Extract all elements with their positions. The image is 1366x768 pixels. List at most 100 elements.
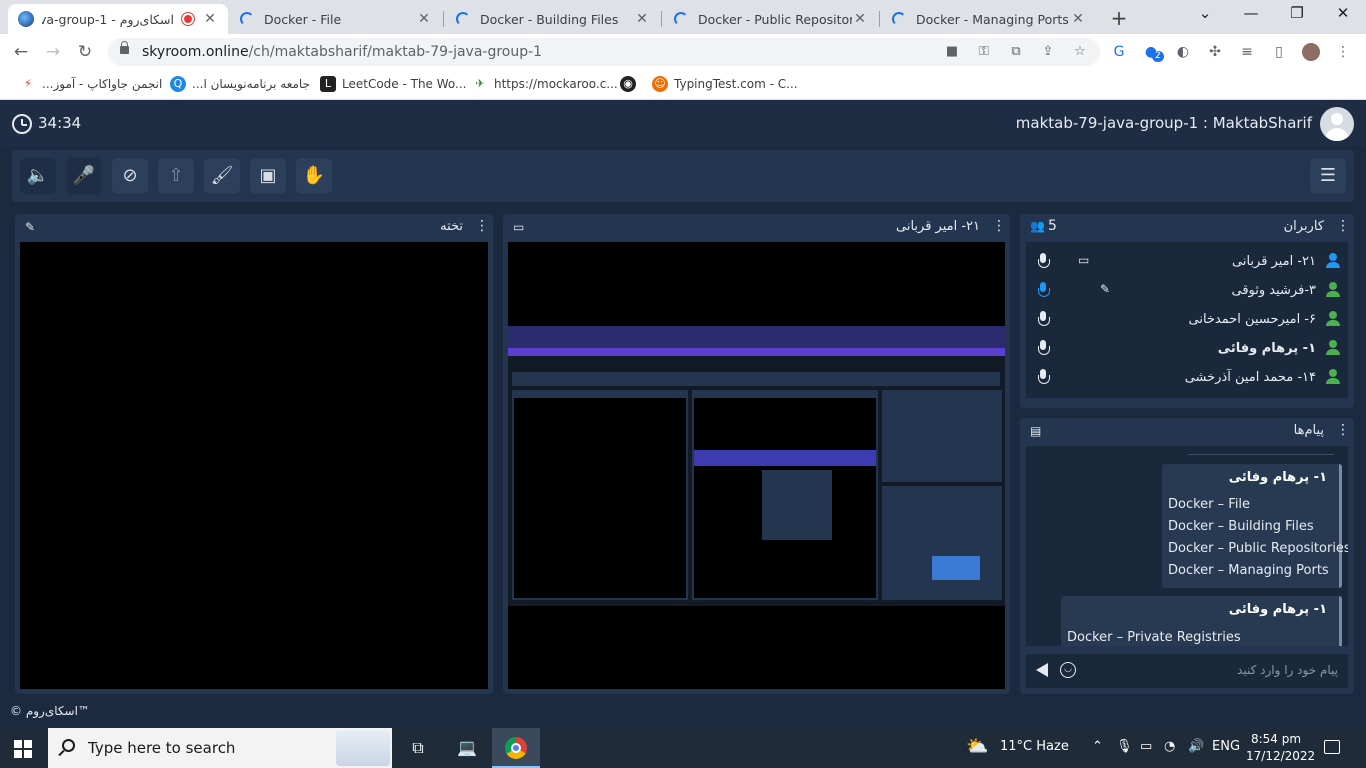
- puzzle-extensions-icon[interactable]: ✣: [1206, 43, 1224, 61]
- panel-menu-button[interactable]: ⋮: [992, 218, 1006, 234]
- emoji-icon[interactable]: ◡: [1060, 662, 1076, 678]
- user-icon: [1326, 340, 1340, 356]
- windows-start-icon[interactable]: [14, 740, 32, 758]
- share-icon[interactable]: ⇪: [1040, 45, 1056, 59]
- screen-share-button[interactable]: ⇧: [158, 158, 194, 194]
- thumb-panel: [882, 486, 1002, 600]
- forward-button[interactable]: →: [42, 41, 64, 63]
- user-name: ۳-فرشید وثوقی: [1231, 283, 1317, 298]
- search-icon: [62, 739, 75, 752]
- bookmark-star-icon[interactable]: ☆: [1072, 45, 1088, 59]
- microphone-icon[interactable]: [1038, 282, 1050, 298]
- microphone-icon[interactable]: [1038, 340, 1050, 356]
- tab-close-button[interactable]: ✕: [1070, 11, 1086, 27]
- microphone-icon[interactable]: [1038, 311, 1050, 327]
- browser-tabbar: اسکای‌روم - java-group-1 ✕ Docker - File…: [0, 0, 1366, 34]
- bookmark-label: https://mockaroo.c...: [494, 77, 618, 91]
- raise-hand-button[interactable]: ✋: [296, 158, 332, 194]
- list-item[interactable]: ۱۴- محمد امین آذرخشی: [1026, 365, 1348, 391]
- bookmark-leetcode[interactable]: L LeetCode - The Wo...: [314, 76, 467, 92]
- browser-toolbar: ← → ↻ skyroom.online/ch/maktabsharif/mak…: [0, 34, 1366, 70]
- google-translate-extension-icon[interactable]: G: [1110, 43, 1128, 61]
- whiteboard-brush-button[interactable]: 🖌: [204, 158, 240, 194]
- whiteboard-canvas[interactable]: [20, 242, 488, 689]
- battery-icon[interactable]: ▭: [1140, 739, 1152, 754]
- chrome-taskbar-button[interactable]: [492, 728, 540, 768]
- key-icon[interactable]: ⚿: [976, 45, 992, 59]
- task-view-icon[interactable]: ⧉: [394, 728, 442, 768]
- list-item[interactable]: ▭ ۲۱- امیر قربانی: [1026, 249, 1348, 275]
- tray-microphone-icon[interactable]: 🎙: [1116, 739, 1133, 754]
- panel-menu-button[interactable]: ⋮: [1336, 422, 1350, 438]
- laptop-app-icon[interactable]: 💻: [443, 728, 491, 768]
- weather-icon[interactable]: ⛅: [966, 736, 988, 757]
- network-icon[interactable]: ◔: [1164, 739, 1175, 754]
- microphone-icon[interactable]: [1038, 253, 1050, 269]
- input-language[interactable]: ENG: [1212, 739, 1240, 754]
- send-icon[interactable]: [1036, 663, 1048, 677]
- bookmark-label: انجمن جاواکاپ - آموز...: [42, 77, 163, 91]
- extension-badge-icon[interactable]: ● 2: [1142, 43, 1164, 62]
- bookmark-programmers[interactable]: Q جامعه برنامه‌نویسان ا...: [164, 76, 310, 92]
- extension-icon[interactable]: ◐: [1174, 43, 1192, 61]
- bookmark-github[interactable]: ◉: [614, 76, 642, 92]
- side-panel-icon[interactable]: ▯: [1270, 43, 1288, 61]
- app-header: 34:34 maktab-79-java-group-1 : MaktabSha…: [0, 100, 1366, 146]
- list-item[interactable]: ۱- پرهام وفائی: [1026, 336, 1348, 362]
- reading-list-icon[interactable]: ≡: [1238, 43, 1256, 61]
- reload-button[interactable]: ↻: [74, 41, 96, 63]
- microphone-icon[interactable]: [1038, 369, 1050, 385]
- tab-skyroom[interactable]: اسکای‌روم - java-group-1 ✕: [8, 4, 228, 34]
- screen-share-icon: ▭: [513, 220, 525, 234]
- users-title: کاربران: [1283, 219, 1324, 234]
- speaker-button[interactable]: 🔈: [20, 158, 56, 194]
- clock-icon: [12, 114, 32, 134]
- files-button[interactable]: ▣: [250, 158, 286, 194]
- panel-menu-button[interactable]: ⋮: [475, 218, 489, 234]
- tab-close-button[interactable]: ✕: [634, 11, 650, 27]
- camera-button[interactable]: ⊘: [112, 158, 148, 194]
- camera-blocked-icon[interactable]: ■: [944, 45, 960, 59]
- loading-spinner-icon: [892, 12, 906, 26]
- chat-messages[interactable]: ۱- پرهام وفائی Docker – File Docker – Bu…: [1026, 446, 1348, 646]
- chrome-menu-icon[interactable]: ⋮: [1334, 43, 1352, 61]
- tab-close-button[interactable]: ✕: [416, 11, 432, 27]
- chat-input-field[interactable]: پیام خود را وارد کنید: [1237, 663, 1338, 677]
- user-name: ۶- امیرحسین احمدخانی: [1188, 312, 1316, 327]
- chat-input-bar: ◡ پیام خود را وارد کنید: [1026, 654, 1348, 688]
- tab-docker-building-files[interactable]: Docker - Building Files ✕: [446, 4, 660, 34]
- bookmark-javacup[interactable]: ⚡ انجمن جاواکاپ - آموز...: [14, 76, 162, 92]
- taskbar-clock[interactable]: 8:54 pm 17/12/2022: [1246, 731, 1315, 765]
- microphone-button[interactable]: 🎤: [66, 158, 102, 194]
- tab-close-button[interactable]: ✕: [852, 11, 868, 27]
- tab-docker-public-repositories[interactable]: Docker - Public Repositories ✕: [664, 4, 878, 34]
- notification-center-icon[interactable]: [1324, 740, 1340, 754]
- tab-docker-managing-ports[interactable]: Docker - Managing Ports ✕: [882, 4, 1096, 34]
- tray-chevron-icon[interactable]: ⌃: [1092, 739, 1103, 754]
- profile-avatar[interactable]: [1302, 43, 1320, 61]
- bookmark-mockaroo[interactable]: ✈ https://mockaroo.c...: [466, 76, 618, 92]
- volume-icon[interactable]: 🔊: [1188, 739, 1204, 754]
- panel-menu-button[interactable]: ⋮: [1336, 218, 1350, 234]
- users-group-icon: 👥: [1030, 219, 1045, 233]
- tab-close-button[interactable]: ✕: [202, 11, 218, 27]
- panel-header: ▭ ۲۱- امیر قربانی ⋮: [503, 214, 1010, 240]
- minimize-button[interactable]: —: [1228, 4, 1274, 26]
- address-bar[interactable]: skyroom.online/ch/maktabsharif/maktab-79…: [108, 38, 1100, 66]
- microphone-icon: 🎤: [72, 165, 96, 186]
- list-item[interactable]: ۶- امیرحسین احمدخانی: [1026, 307, 1348, 333]
- bookmark-typingtest[interactable]: ☺ TypingTest.com - C...: [646, 76, 798, 92]
- list-item[interactable]: ✎ ۳-فرشید وثوقی: [1026, 278, 1348, 304]
- tab-docker-file[interactable]: Docker - File ✕: [230, 4, 442, 34]
- avatar[interactable]: [1320, 107, 1354, 141]
- restore-button[interactable]: ❐: [1274, 4, 1320, 26]
- taskbar-search[interactable]: Type here to search: [48, 728, 392, 768]
- main-menu-button[interactable]: ☰: [1310, 158, 1346, 194]
- tab-search-chevron-icon[interactable]: ⌄: [1182, 4, 1228, 26]
- translate-icon[interactable]: ⧉: [1008, 45, 1024, 59]
- back-button[interactable]: ←: [10, 41, 32, 63]
- users-panel: 👥 5 کاربران ⋮ ▭ ۲۱- امیر قربانی ✎ ۳-فرشی…: [1020, 214, 1354, 408]
- weather-text[interactable]: 11°C Haze: [1000, 739, 1069, 754]
- new-tab-button[interactable]: +: [1108, 6, 1130, 30]
- close-window-button[interactable]: ✕: [1320, 4, 1366, 26]
